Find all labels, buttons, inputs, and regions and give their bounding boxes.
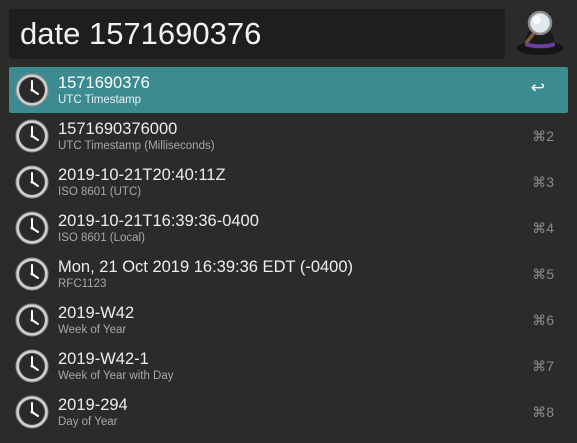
result-item-3[interactable]: 2019-10-21T20:40:11Z ISO 8601 (UTC) ⌘3 [9,159,568,205]
result-item-8[interactable]: 2019-294 Day of Year ⌘8 [9,389,568,435]
result-shortcut: ⌘6 [532,312,554,328]
result-item-5[interactable]: Mon, 21 Oct 2019 16:39:36 EDT (-0400) RF… [9,251,568,297]
result-item-7[interactable]: 2019-W42-1 Week of Year with Day ⌘7 [9,343,568,389]
result-subtitle: RFC1123 [58,278,107,290]
result-subtitle: Week of Year with Day [58,370,174,382]
result-title: Mon, 21 Oct 2019 16:39:36 EDT (-0400) [58,258,354,276]
result-shortcut: ↩ [530,78,545,97]
alfred-window: date 1571690376 1571690376 UTC Timestamp… [0,0,577,443]
result-title: 1571690376 [58,74,150,92]
result-item-6[interactable]: 2019-W42 Week of Year ⌘6 [9,297,568,343]
clock-icon [15,257,49,291]
result-title: 2019-10-21T20:40:11Z [58,166,226,184]
result-item-4[interactable]: 2019-10-21T16:39:36-0400 ISO 8601 (Local… [9,205,568,251]
result-subtitle: UTC Timestamp [58,94,142,106]
result-subtitle: Day of Year [58,416,118,428]
clock-icon [15,211,49,245]
result-subtitle: Week of Year [58,324,127,336]
result-subtitle: ISO 8601 (Local) [58,232,145,244]
result-title: 1571690376000 [58,120,178,138]
result-subtitle: ISO 8601 (UTC) [58,186,142,198]
result-shortcut: ⌘3 [532,174,554,190]
clock-icon [15,73,49,107]
search-field[interactable]: date 1571690376 [9,9,505,59]
alfred-hat-magnifier-icon[interactable] [514,8,568,58]
clock-icon [15,395,49,429]
result-shortcut: ⌘5 [532,266,554,282]
clock-icon [15,303,49,337]
results-list: 1571690376 UTC Timestamp ↩ 1571690376000… [9,67,568,435]
clock-icon [15,349,49,383]
result-shortcut: ⌘7 [532,358,554,374]
clock-icon [15,119,49,153]
result-shortcut: ⌘4 [532,220,554,236]
result-shortcut: ⌘2 [532,128,554,144]
result-title: 2019-294 [58,396,128,414]
result-item-1[interactable]: 1571690376 UTC Timestamp ↩ [9,67,568,113]
result-shortcut: ⌘8 [532,404,554,420]
result-item-2[interactable]: 1571690376000 UTC Timestamp (Millisecond… [9,113,568,159]
result-title: 2019-10-21T16:39:36-0400 [58,212,259,230]
result-title: 2019-W42 [58,304,135,322]
search-query-text[interactable]: date 1571690376 [20,16,261,52]
clock-icon [15,165,49,199]
result-subtitle: UTC Timestamp (Milliseconds) [58,140,215,152]
result-title: 2019-W42-1 [58,350,149,368]
